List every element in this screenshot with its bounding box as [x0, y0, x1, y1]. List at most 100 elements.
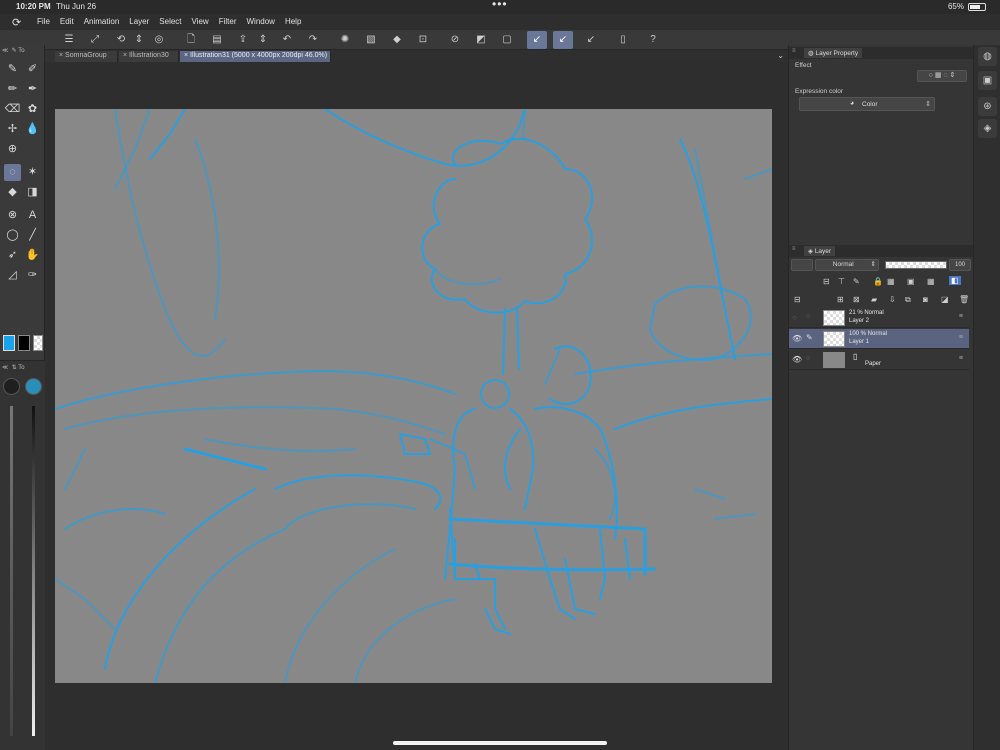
export-stepper-icon[interactable]: ⇕ [256, 33, 270, 47]
draft-icon[interactable]: ✎ [853, 277, 860, 286]
opacity-bar[interactable] [885, 261, 947, 269]
redo-icon[interactable]: ↷ [306, 33, 320, 47]
app-logo-icon[interactable]: ⟳ [12, 16, 21, 29]
layer-color-icon[interactable]: ◧ [949, 276, 961, 285]
fill-icon[interactable]: ◆ [390, 33, 404, 47]
ruler-snap-icon[interactable]: ↙ [527, 31, 547, 49]
clip-icon[interactable]: ⊟ [823, 277, 830, 286]
snap-special-icon[interactable]: ↙ [553, 31, 573, 49]
drag-handle-icon[interactable]: ≡ [959, 355, 963, 362]
hand-icon[interactable]: ✋ [24, 247, 41, 264]
delete-layer-icon[interactable]: 🗑 [959, 295, 969, 304]
pen-edit-icon[interactable]: ✎ [806, 333, 813, 342]
collapse-icon[interactable]: ≡ [792, 48, 796, 54]
gradient-icon[interactable]: ◨ [24, 184, 41, 201]
collapse-icon[interactable]: ≡ [792, 246, 796, 252]
menu-list-icon[interactable]: ☰ [62, 33, 76, 47]
transparent-color-swatch[interactable] [33, 335, 43, 351]
visibility-off-icon[interactable]: ○ [792, 313, 797, 322]
drag-handle-icon[interactable]: ≡ [959, 334, 963, 341]
text-icon[interactable]: A [24, 207, 41, 224]
lasso-select-icon[interactable]: ◌ [4, 164, 21, 181]
grid-figure-icon[interactable]: ⊕ [4, 141, 21, 158]
menu-animation[interactable]: Animation [84, 17, 120, 26]
expression-color-select[interactable]: ◕ Color ⇕ [799, 97, 935, 111]
transform-icon[interactable]: ⊡ [416, 33, 430, 47]
undo-icon[interactable]: ↶ [280, 33, 294, 47]
move-icon[interactable]: ⊗ [4, 207, 21, 224]
export-icon[interactable]: ⇪ [236, 33, 250, 47]
menu-select[interactable]: Select [159, 17, 181, 26]
eyedropper-icon[interactable]: ✑ [24, 267, 41, 284]
menu-edit[interactable]: Edit [60, 17, 74, 26]
layer-panel-menu-icon[interactable]: ⊟ [794, 295, 801, 304]
opacity-slider[interactable] [32, 406, 35, 736]
marker-icon[interactable]: ✐ [24, 61, 41, 78]
new-file-icon[interactable]: 🗋 [184, 33, 198, 47]
layer-row-layer2[interactable]: ○ ○ 21 % Normal Layer 2 ≡ [789, 308, 969, 328]
brush-size-slider[interactable] [10, 406, 13, 736]
layer-property-icon[interactable]: ◍ [978, 47, 997, 66]
clear-icon[interactable]: ▧ [364, 33, 378, 47]
blend-icon[interactable]: 💧 [24, 121, 41, 138]
magic-wand-icon[interactable]: ✶ [24, 164, 41, 181]
mask-toggle-icon[interactable]: ▣ [907, 277, 915, 286]
new-vector-layer-icon[interactable]: ⊠ [853, 295, 860, 304]
menu-layer[interactable]: Layer [129, 17, 149, 26]
edit-target-icon[interactable]: ○ [806, 355, 810, 362]
device-icon[interactable]: ▯ [616, 33, 630, 47]
layer-tab[interactable]: ◈ Layer [804, 246, 836, 256]
fill-bucket-icon[interactable]: ◆ [4, 184, 21, 201]
snap-grid-icon[interactable]: ↙ [584, 33, 598, 47]
layer-icon[interactable]: ◈ [978, 119, 997, 138]
menu-window[interactable]: Window [247, 17, 275, 26]
help-icon[interactable]: ? [646, 33, 660, 47]
material-icon[interactable]: ▣ [978, 71, 997, 90]
gallery-icon[interactable]: ◎ [152, 33, 166, 47]
layer-mask-icon[interactable]: ◙ [923, 295, 928, 304]
new-raster-layer-icon[interactable]: ⊞ [837, 295, 844, 304]
rotate-view-icon[interactable]: ⟲ [114, 33, 128, 47]
menu-help[interactable]: Help [285, 17, 301, 26]
ruler-icon[interactable]: ◿ [4, 267, 21, 284]
tab-somnagroup[interactable]: × SomnaGroup [55, 51, 118, 62]
line-icon[interactable]: ╱ [24, 227, 41, 244]
pencil-icon[interactable]: ✏ [4, 81, 21, 98]
eye-icon[interactable]: 👁 [792, 355, 802, 364]
edit-target-icon[interactable]: ○ [806, 313, 810, 320]
sub-color-swatch[interactable] [18, 335, 30, 351]
effect-buttons[interactable]: ○ ▦ ◌ ⇕ [917, 70, 967, 82]
lock-transparent-icon[interactable]: ▦ [887, 277, 895, 286]
eye-icon[interactable]: 👁 [792, 334, 802, 343]
new-folder-icon[interactable]: ▰ [871, 295, 877, 304]
layer-row-paper[interactable]: 👁 ○ ▯ Paper ≡ [789, 350, 969, 370]
menu-filter[interactable]: Filter [219, 17, 237, 26]
layer-row-layer1[interactable]: 👁 ✎ 100 % Normal Layer 1 ≡ [789, 329, 969, 349]
merge-icon[interactable]: ⧉ [905, 295, 911, 305]
stepper-icon[interactable]: ⇕ [132, 33, 146, 47]
apply-mask-icon[interactable]: ◪ [941, 295, 949, 304]
menu-view[interactable]: View [192, 17, 209, 26]
pen-icon[interactable]: ✎ [4, 61, 21, 78]
balloon-icon[interactable]: ◯ [4, 227, 21, 244]
main-color-swatch[interactable] [3, 335, 15, 351]
tab-illustration31[interactable]: × Illustration31 (5000 x 4000px 200dpi 4… [180, 51, 331, 62]
open-file-icon[interactable]: ▤ [210, 33, 224, 47]
opacity-field[interactable]: 100 [949, 259, 971, 271]
layer-search-icon[interactable]: ⊛ [978, 97, 997, 116]
object-select-icon[interactable]: ➶ [4, 247, 21, 264]
layer-property-tab[interactable]: ◍ Layer Property [804, 48, 863, 58]
fit-screen-icon[interactable]: ⤢ [88, 33, 102, 47]
decoration-icon[interactable]: ✢ [4, 121, 21, 138]
drawing-canvas[interactable] [55, 109, 772, 683]
ruler-toggle-icon[interactable]: ▦ [927, 277, 935, 286]
tabs-dropdown-icon[interactable]: ⌄ [777, 51, 784, 60]
loading-icon[interactable]: ✺ [338, 33, 352, 47]
selection-box-icon[interactable]: ▢ [500, 33, 514, 47]
blend-toggle[interactable] [791, 259, 813, 271]
deselect-icon[interactable]: ⊘ [448, 33, 462, 47]
main-color-circle[interactable] [25, 378, 42, 395]
transfer-down-icon[interactable]: ⇩ [889, 295, 896, 304]
reference-icon[interactable]: ⊤ [838, 277, 845, 286]
eraser-icon[interactable]: ⌫ [4, 101, 21, 118]
